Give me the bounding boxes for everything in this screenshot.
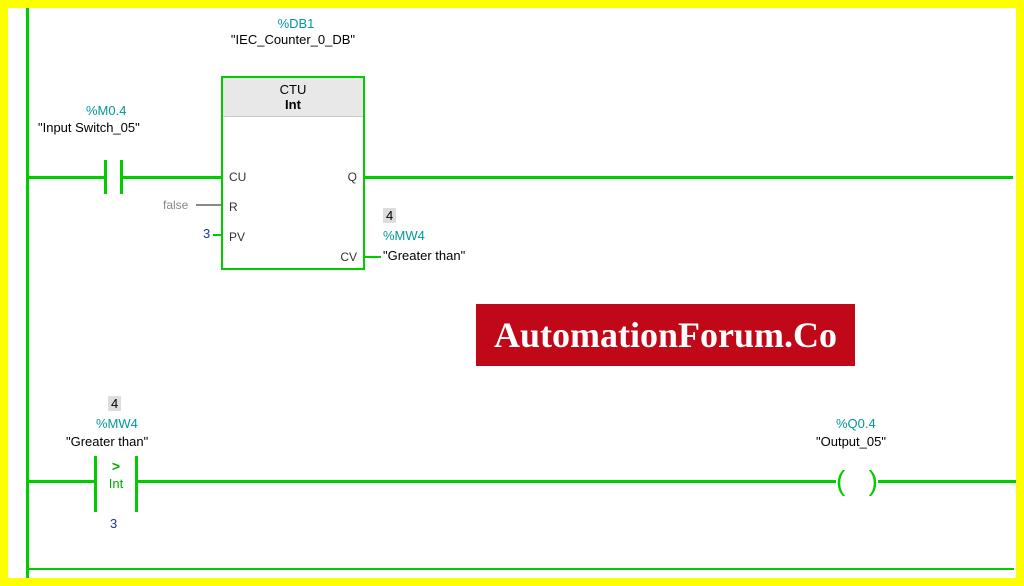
compare-block: > Int	[94, 456, 138, 512]
rung3-wire	[29, 568, 1014, 570]
cmp-addr: %MW4	[96, 416, 138, 431]
output-coil: ( )	[836, 464, 878, 498]
contact1-left	[104, 160, 107, 194]
input-addr: %M0.4	[86, 103, 126, 118]
pin-r: R	[229, 200, 238, 214]
r-wire	[196, 204, 221, 206]
cmp-type: Int	[94, 476, 138, 491]
cmp-const: 3	[110, 516, 117, 531]
db-name: "IEC_Counter_0_DB"	[208, 32, 378, 48]
out-addr: %Q0.4	[836, 416, 876, 431]
pin-cv: CV	[340, 250, 357, 264]
cv-val: 4	[383, 208, 396, 223]
pin-pv: PV	[229, 230, 245, 244]
q-wire	[363, 176, 1013, 179]
pv-wire	[213, 234, 221, 236]
out-name: "Output_05"	[816, 434, 886, 449]
cv-name: "Greater than"	[383, 248, 465, 263]
pv-val: 3	[203, 226, 210, 241]
cv-wire	[363, 256, 381, 258]
left-rail	[26, 8, 29, 578]
rung2-wire-3	[878, 480, 1016, 483]
pin-q: Q	[348, 170, 357, 184]
cmp-name: "Greater than"	[66, 434, 148, 449]
rung2-wire-1	[29, 480, 94, 483]
input-name: "Input Switch_05"	[38, 120, 140, 135]
ctu-title: CTU	[223, 82, 363, 97]
ctu-header: CTU Int	[223, 78, 363, 117]
cv-addr: %MW4	[383, 228, 425, 243]
ctu-block: CTU Int CU R PV Q CV	[221, 76, 365, 270]
db-addr: %DB1	[256, 16, 336, 31]
r-val: false	[163, 198, 188, 212]
ctu-type: Int	[223, 97, 363, 112]
watermark: AutomationForum.Co	[476, 304, 855, 366]
cmp-val: 4	[108, 396, 121, 411]
rung2-wire-2	[138, 480, 836, 483]
cmp-op: >	[94, 458, 138, 474]
rung1-wire-2	[123, 176, 221, 179]
pin-cu: CU	[229, 170, 246, 184]
rung1-wire-1	[29, 176, 104, 179]
diagram-frame: %DB1 "IEC_Counter_0_DB" %M0.4 "Input Swi…	[0, 0, 1024, 586]
